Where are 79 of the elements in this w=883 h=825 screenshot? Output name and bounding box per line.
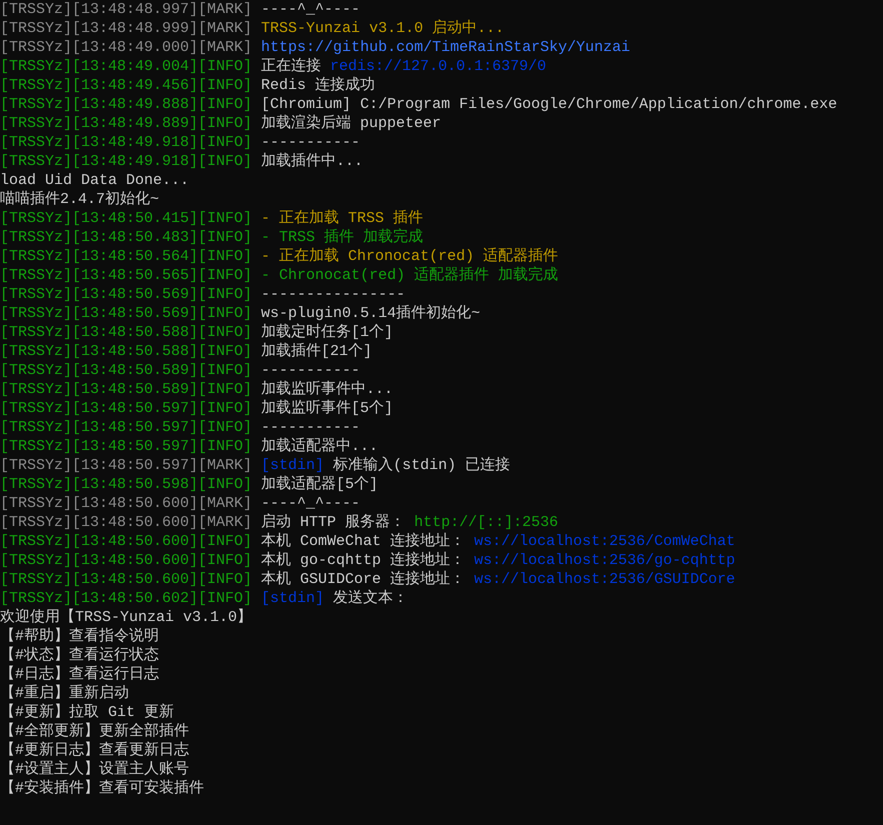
log-text: 加载监听事件[5个]	[261, 399, 394, 418]
log-text: -----------	[261, 133, 360, 152]
log-text: 【#更新日志】查看更新日志	[0, 741, 190, 760]
log-text: Redis 连接成功	[261, 76, 376, 95]
log-prefix: [TRSSYz][13:48:49.918][INFO]	[0, 133, 252, 152]
log-prefix: [TRSSYz][13:48:50.602][INFO]	[0, 589, 252, 608]
log-text: 本机 ComWeChat 连接地址：	[261, 532, 466, 551]
log-text: ----------------	[261, 285, 406, 304]
log-text: load Uid Data Done...	[0, 171, 190, 190]
log-text: 标准输入(stdin) 已连接	[333, 456, 510, 475]
log-text: 欢迎使用【TRSS-Yunzai v3.1.0】	[0, 608, 252, 627]
log-prefix: [TRSSYz][13:48:50.597][INFO]	[0, 418, 252, 437]
log-text: 【#帮助】查看指令说明	[0, 627, 160, 646]
log-prefix: [TRSSYz][13:48:50.600][INFO]	[0, 551, 252, 570]
log-text: 加载渲染后端 puppeteer	[261, 114, 442, 133]
log-prefix: [TRSSYz][13:48:50.569][INFO]	[0, 304, 252, 323]
log-text: 加载插件[21个]	[261, 342, 372, 361]
log-text: ----^_^----	[261, 494, 360, 513]
log-text: [stdin]	[261, 456, 324, 475]
log-prefix: [TRSSYz][13:48:50.589][INFO]	[0, 361, 252, 380]
log-text: 【#重启】重新启动	[0, 684, 130, 703]
log-text: 本机 GSUIDCore 连接地址：	[261, 570, 466, 589]
log-text: 【#设置主人】设置主人账号	[0, 760, 190, 779]
log-text: 发送文本：	[333, 589, 408, 608]
log-text: 喵喵插件2.4.7初始化~	[0, 190, 160, 209]
log-prefix: [TRSSYz][13:48:50.600][MARK]	[0, 494, 252, 513]
log-text: - TRSS 插件 加载完成	[261, 228, 424, 247]
log-prefix: [TRSSYz][13:48:50.597][MARK]	[0, 456, 252, 475]
log-prefix: [TRSSYz][13:48:49.888][INFO]	[0, 95, 252, 114]
log-text: -----------	[261, 361, 360, 380]
log-prefix: [TRSSYz][13:48:50.588][INFO]	[0, 323, 252, 342]
log-text: TRSS-Yunzai v3.1.0 启动中...	[261, 19, 504, 38]
log-prefix: [TRSSYz][13:48:50.600][INFO]	[0, 570, 252, 589]
log-text: ----^_^----	[261, 0, 360, 19]
log-text: - 正在加载 TRSS 插件	[261, 209, 424, 228]
log-prefix: [TRSSYz][13:48:50.564][INFO]	[0, 247, 252, 266]
log-prefix: [TRSSYz][13:48:50.597][INFO]	[0, 399, 252, 418]
log-prefix: [TRSSYz][13:48:50.600][INFO]	[0, 532, 252, 551]
log-prefix: [TRSSYz][13:48:49.918][INFO]	[0, 152, 252, 171]
log-prefix: [TRSSYz][13:48:49.000][MARK]	[0, 38, 252, 57]
log-text: 正在连接	[261, 57, 322, 76]
log-text: 【#更新】拉取 Git 更新	[0, 703, 174, 722]
log-prefix: [TRSSYz][13:48:50.415][INFO]	[0, 209, 252, 228]
log-text: 加载适配器中...	[261, 437, 378, 456]
log-text: - Chronocat(red) 适配器插件 加载完成	[261, 266, 558, 285]
log-text: - 正在加载 Chronocat(red) 适配器插件	[261, 247, 558, 266]
log-text: 加载适配器[5个]	[261, 475, 378, 494]
log-text: 加载定时任务[1个]	[261, 323, 394, 342]
log-text: ws://localhost:2536/ComWeChat	[474, 532, 736, 551]
log-text: 【#全部更新】更新全部插件	[0, 722, 190, 741]
log-prefix: [TRSSYz][13:48:49.889][INFO]	[0, 114, 252, 133]
log-prefix: [TRSSYz][13:48:50.597][INFO]	[0, 437, 252, 456]
log-text: 本机 go-cqhttp 连接地址：	[261, 551, 466, 570]
log-prefix: [TRSSYz][13:48:50.600][MARK]	[0, 513, 252, 532]
log-text: http://[::]:2536	[414, 513, 558, 532]
log-text: ws://localhost:2536/GSUIDCore	[474, 570, 736, 589]
log-prefix: [TRSSYz][13:48:49.004][INFO]	[0, 57, 252, 76]
log-prefix: [TRSSYz][13:48:50.569][INFO]	[0, 285, 252, 304]
log-prefix: [TRSSYz][13:48:50.589][INFO]	[0, 380, 252, 399]
log-text: redis://127.0.0.1:6379/0	[330, 57, 546, 76]
log-text: 加载监听事件中...	[261, 380, 394, 399]
log-text: -----------	[261, 418, 360, 437]
log-text: 【#安装插件】查看可安装插件	[0, 779, 204, 798]
log-text: 【#日志】查看运行日志	[0, 665, 160, 684]
log-text: [stdin]	[261, 589, 324, 608]
log-prefix: [TRSSYz][13:48:50.588][INFO]	[0, 342, 252, 361]
log-prefix: [TRSSYz][13:48:50.483][INFO]	[0, 228, 252, 247]
log-text: 加载插件中...	[261, 152, 364, 171]
log-text: https://github.com/TimeRainStarSky/Yunzai	[261, 38, 630, 57]
log-prefix: [TRSSYz][13:48:49.456][INFO]	[0, 76, 252, 95]
log-prefix: [TRSSYz][13:48:50.565][INFO]	[0, 266, 252, 285]
log-text: 启动 HTTP 服务器：	[261, 513, 406, 532]
log-text: 【#状态】查看运行状态	[0, 646, 160, 665]
log-prefix: [TRSSYz][13:48:50.598][INFO]	[0, 475, 252, 494]
log-text: [Chromium] C:/Program Files/Google/Chrome/Application/chrome.exe	[261, 95, 838, 114]
log-text: ws-plugin0.5.14插件初始化~	[261, 304, 480, 323]
log-prefix: [TRSSYz][13:48:48.997][MARK]	[0, 0, 252, 19]
log-text: ws://localhost:2536/go-cqhttp	[474, 551, 736, 570]
log-prefix: [TRSSYz][13:48:48.999][MARK]	[0, 19, 252, 38]
